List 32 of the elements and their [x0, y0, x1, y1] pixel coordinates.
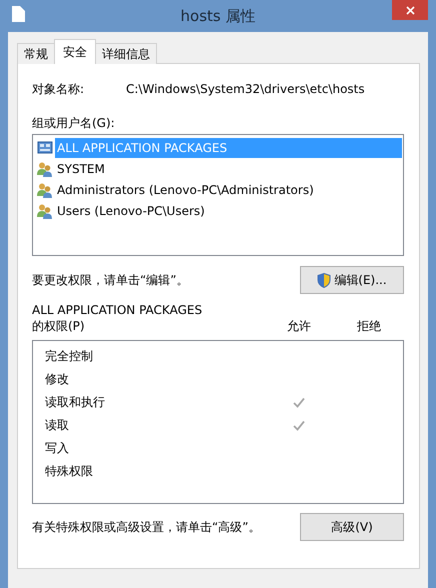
- list-item[interactable]: Administrators (Lenovo-PC\Administrators): [55, 180, 402, 200]
- close-icon: [406, 6, 414, 14]
- permission-name: 读取和执行: [45, 394, 106, 411]
- list-label: 组或用户名(G):: [32, 114, 115, 132]
- permission-subject: ALL APPLICATION PACKAGES: [32, 303, 202, 317]
- users-icon: [37, 182, 53, 198]
- field-label: 对象名称:: [32, 80, 86, 98]
- tab[interactable]: 常规: [17, 43, 55, 64]
- object-path: C:\Windows\System32\drivers\etc\hosts: [126, 82, 365, 96]
- users-icon: [37, 202, 53, 218]
- column-header: 允许: [286, 318, 312, 334]
- permission-name: 读取: [45, 417, 70, 434]
- close-button[interactable]: [392, 0, 428, 20]
- permission-name: 写入: [45, 440, 70, 457]
- list-item[interactable]: Users (Lenovo-PC\Users): [55, 200, 402, 220]
- file-icon: [12, 6, 25, 22]
- list-item[interactable]: SYSTEM: [55, 158, 402, 178]
- users-icon: [37, 160, 53, 176]
- list-label: 的权限(P): [32, 318, 86, 334]
- permission-name: 修改: [45, 371, 70, 388]
- permission-name: 特殊权限: [45, 463, 94, 480]
- tab[interactable]: 安全: [54, 39, 96, 64]
- column-header: 拒绝: [356, 318, 382, 334]
- window-title: hosts 属性: [180, 6, 256, 26]
- hint-text: 有关特殊权限或高级设置，请单击“高级”。: [32, 518, 260, 536]
- package-icon: [37, 140, 53, 156]
- edit-button[interactable]: 编辑(E)...: [300, 266, 404, 294]
- tab[interactable]: 详细信息: [95, 43, 157, 64]
- hint-text: 要更改权限，请单击“编辑”。: [32, 272, 188, 288]
- permission-name: 完全控制: [45, 348, 94, 365]
- shield-icon: [317, 272, 332, 288]
- advanced-button[interactable]: 高级(V): [300, 513, 404, 541]
